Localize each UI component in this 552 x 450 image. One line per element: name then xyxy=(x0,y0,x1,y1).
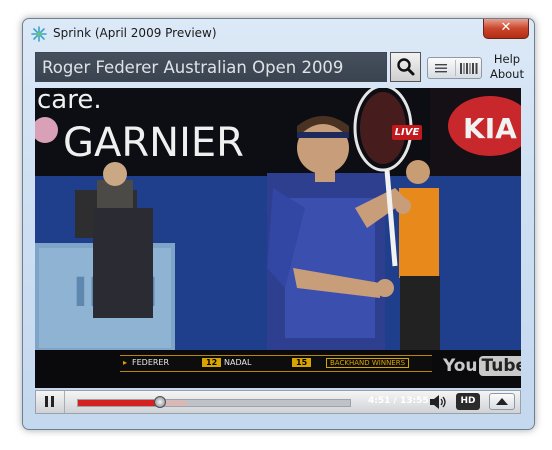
player2-name: NADAL xyxy=(224,358,252,367)
watermark-tube: Tube xyxy=(478,356,521,376)
banner-left-text: care. xyxy=(37,88,102,115)
sprink-app-icon xyxy=(31,26,47,42)
about-link[interactable]: About xyxy=(487,67,527,82)
help-link[interactable]: Help xyxy=(487,52,527,67)
stat-label: BACKHAND WINNERS xyxy=(326,358,410,368)
seek-bar[interactable] xyxy=(77,396,351,408)
player2-score: 15 xyxy=(292,358,312,367)
player1-score: 12 xyxy=(202,358,222,367)
played-bar xyxy=(78,400,160,406)
player-controls: 4:51 / 13:55 HD xyxy=(35,390,521,414)
pause-button[interactable] xyxy=(36,391,65,413)
window-title: Sprink (April 2009 Preview) xyxy=(53,26,217,40)
search-icon xyxy=(397,58,415,76)
time-display: 4:51 / 13:55 xyxy=(368,396,429,406)
expand-button[interactable] xyxy=(489,393,515,410)
score-graphic: ▸ FEDERER 12 NADAL 15 BACKHAND WINNERS xyxy=(120,355,432,372)
seek-handle[interactable] xyxy=(153,396,166,408)
view-toggle xyxy=(427,57,482,79)
score-arrow-icon: ▸ xyxy=(123,358,128,367)
search-bar: Roger Federer Australian Open 2009 Help … xyxy=(35,52,524,84)
filmstrip-view-icon[interactable] xyxy=(460,63,478,74)
banner-right-text: KIA xyxy=(463,112,517,145)
watermark-you: You xyxy=(443,356,478,376)
live-badge: LIVE xyxy=(392,125,422,140)
toggle-divider xyxy=(455,60,456,76)
search-button[interactable] xyxy=(390,52,421,82)
help-links: Help About xyxy=(487,52,527,82)
hd-button[interactable]: HD xyxy=(456,393,480,410)
video-player[interactable]: KIA care. GARNIER IBM xyxy=(35,88,521,388)
search-input[interactable]: Roger Federer Australian Open 2009 xyxy=(35,52,387,82)
player1-name: FEDERER xyxy=(132,358,170,367)
app-window: Sprink (April 2009 Preview) ✕ Roger Fede… xyxy=(22,18,535,430)
close-button[interactable]: ✕ xyxy=(483,19,529,39)
title-bar[interactable]: Sprink (April 2009 Preview) ✕ xyxy=(23,19,534,49)
list-view-icon[interactable] xyxy=(434,63,448,74)
youtube-watermark: YouTube xyxy=(443,356,521,376)
video-frame: KIA care. GARNIER IBM xyxy=(35,88,521,388)
volume-icon[interactable] xyxy=(429,394,447,410)
banner-brand-text: GARNIER xyxy=(63,120,244,166)
